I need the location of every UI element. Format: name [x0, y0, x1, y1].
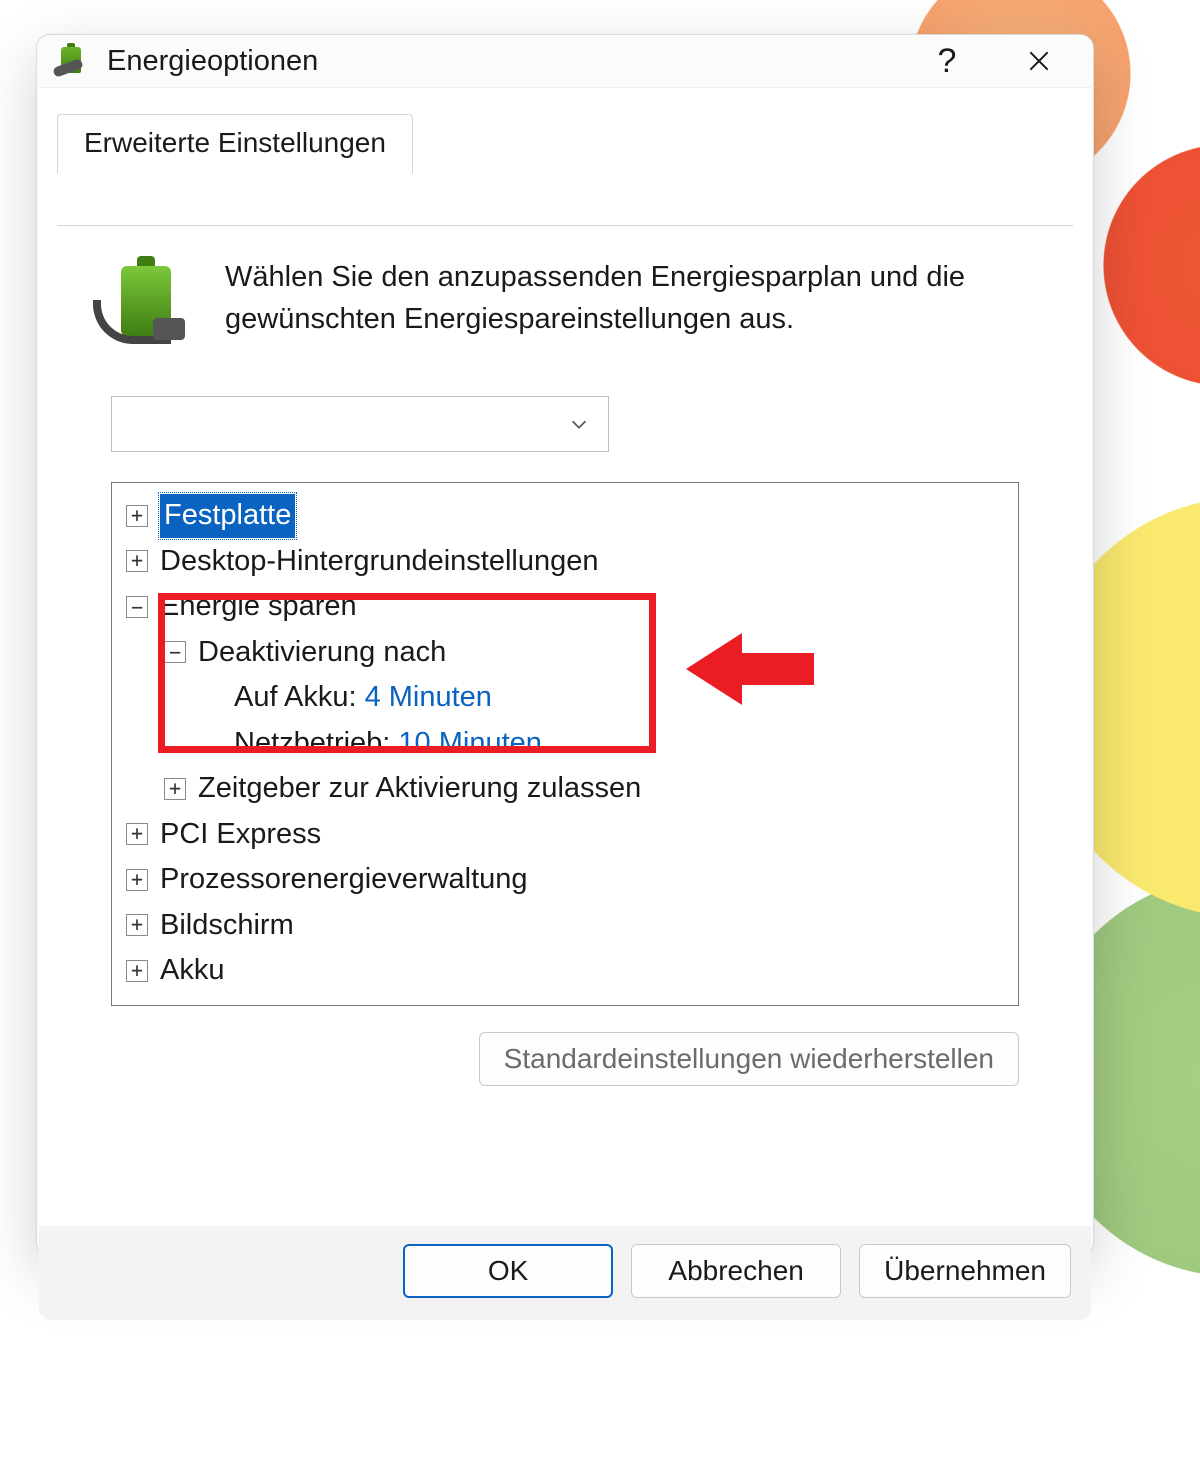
expand-icon[interactable] — [164, 778, 186, 800]
tree-item-desktop-bg[interactable]: Desktop-Hintergrundeinstellungen — [118, 539, 1012, 585]
expand-icon[interactable] — [126, 960, 148, 982]
apply-button[interactable]: Übernehmen — [859, 1244, 1071, 1298]
desktop-background: Energieoptionen ? Erweiterte Einstellung… — [0, 0, 1200, 1474]
intro-text: Wählen Sie den anzupassenden Energiespar… — [225, 256, 1031, 352]
expand-icon[interactable] — [126, 823, 148, 845]
tab-page: Wählen Sie den anzupassenden Energiespar… — [57, 225, 1073, 1096]
window-title: Energieoptionen — [107, 45, 901, 78]
titlebar: Energieoptionen ? — [37, 35, 1093, 87]
expand-icon[interactable] — [126, 914, 148, 936]
restore-defaults-button[interactable]: Standardeinstellungen wiederherstellen — [479, 1032, 1019, 1086]
tab-advanced-settings[interactable]: Erweiterte Einstellungen — [57, 114, 413, 174]
help-button[interactable]: ? — [901, 35, 993, 87]
tree-item-deaktivierung-nach[interactable]: Deaktivierung nach — [118, 630, 1012, 676]
battery-plug-icon — [99, 256, 195, 352]
collapse-icon[interactable] — [164, 641, 186, 663]
power-plan-dropdown[interactable] — [111, 396, 609, 452]
tree-item-akku[interactable]: Akku — [118, 948, 1012, 994]
expand-icon[interactable] — [126, 505, 148, 527]
ok-button[interactable]: OK — [403, 1244, 613, 1298]
intro-row: Wählen Sie den anzupassenden Energiespar… — [99, 256, 1031, 352]
power-options-icon — [55, 43, 91, 79]
tree-item-energie-sparen[interactable]: Energie sparen — [118, 584, 1012, 630]
expand-icon[interactable] — [126, 869, 148, 891]
setting-value[interactable]: 10 Minuten — [398, 722, 542, 766]
power-options-dialog: Energieoptionen ? Erweiterte Einstellung… — [36, 34, 1094, 1256]
settings-tree: Festplatte Desktop-Hintergrundeinstellun… — [111, 482, 1019, 1006]
tree-item-prozessor[interactable]: Prozessorenergieverwaltung — [118, 857, 1012, 903]
collapse-icon[interactable] — [126, 596, 148, 618]
tree-item-zeitgeber[interactable]: Zeitgeber zur Aktivierung zulassen — [118, 766, 1012, 812]
expand-icon[interactable] — [126, 550, 148, 572]
dialog-footer: OK Abbrechen Übernehmen — [39, 1226, 1091, 1320]
cancel-button[interactable]: Abbrechen — [631, 1244, 841, 1298]
setting-label: Netzbetrieb: — [234, 722, 390, 766]
tree-item-pci-express[interactable]: PCI Express — [118, 812, 1012, 858]
client-area: Erweiterte Einstellungen Wählen Sie den … — [39, 87, 1091, 1320]
setting-netzbetrieb[interactable]: Netzbetrieb: 10 Minuten — [118, 721, 1012, 767]
close-button[interactable] — [993, 35, 1085, 87]
setting-auf-akku[interactable]: Auf Akku: 4 Minuten — [118, 675, 1012, 721]
setting-value[interactable]: 4 Minuten — [365, 676, 492, 720]
tree-item-bildschirm[interactable]: Bildschirm — [118, 903, 1012, 949]
chevron-down-icon — [568, 413, 590, 435]
setting-label: Auf Akku: — [234, 676, 357, 720]
tab-strip: Erweiterte Einstellungen — [57, 114, 1073, 170]
tree-item-festplatte[interactable]: Festplatte — [118, 493, 1012, 539]
